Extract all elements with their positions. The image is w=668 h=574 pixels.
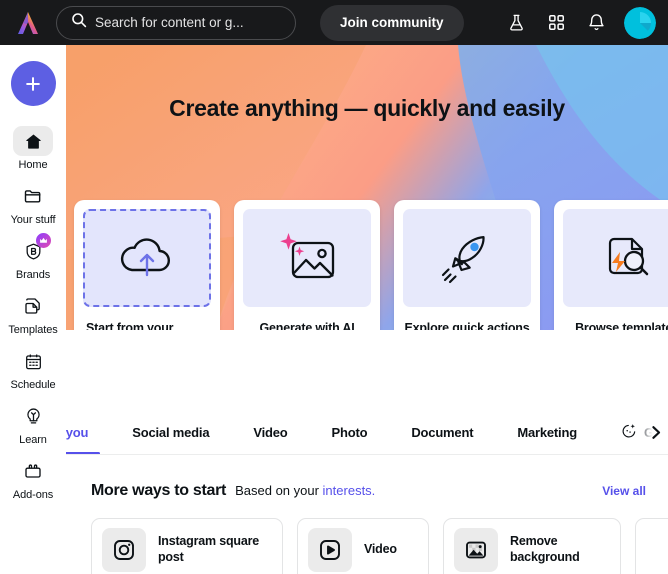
more-ways-section: More ways to start Based on your interes…: [66, 470, 668, 574]
sidebar-item-learn[interactable]: Learn: [2, 397, 64, 446]
tabs-scroller[interactable]: For you Social media Video Photo Documen…: [66, 410, 668, 455]
action-card-generate-with-ai[interactable]: Generate with AI: [234, 200, 380, 330]
calendar-icon: [13, 346, 53, 376]
crown-icon: [36, 233, 51, 248]
magic-sparkle-icon: [621, 423, 637, 442]
sidebar-item-add-ons[interactable]: Add-ons: [2, 452, 64, 501]
brand-b-icon: [13, 233, 53, 266]
sidebar-label-home: Home: [18, 159, 48, 171]
top-bar-icons: [504, 6, 658, 39]
more-ways-subtitle-text: Based on your: [235, 483, 323, 498]
folder-icon: [13, 181, 53, 211]
tabs-next-button[interactable]: [642, 410, 668, 455]
canva-logo-icon[interactable]: [10, 8, 46, 38]
instagram-icon: [102, 528, 146, 572]
more-ways-title: More ways to start: [91, 482, 227, 499]
more-card-video[interactable]: Video: [297, 518, 429, 574]
tab-photo[interactable]: Photo: [310, 410, 390, 455]
bell-icon[interactable]: [584, 11, 608, 35]
sidebar-label-brands: Brands: [15, 269, 51, 281]
document-search-icon: [563, 209, 668, 307]
sidebar-item-home[interactable]: Home: [2, 122, 64, 171]
flask-icon[interactable]: [504, 11, 528, 35]
templates-icon: [13, 291, 53, 321]
rocket-icon: [403, 209, 531, 307]
action-card-start-from-your-content[interactable]: Start from your content: [74, 200, 220, 330]
more-card-label: Video: [364, 542, 397, 557]
search-input[interactable]: [95, 15, 275, 30]
action-cards-row: Start from your content Generate with AI: [66, 200, 668, 330]
sidebar-item-schedule[interactable]: Schedule: [2, 342, 64, 391]
search-bar[interactable]: [56, 5, 296, 40]
lightbulb-icon: [13, 401, 53, 431]
remove-background-icon: [454, 528, 498, 572]
tab-marketing[interactable]: Marketing: [495, 410, 599, 455]
more-card-label: Remove background: [510, 534, 580, 564]
hero-banner: Create anything — quickly and easily Sta…: [66, 45, 668, 330]
addons-icon: [13, 456, 53, 486]
action-card-explore-quick-actions[interactable]: Explore quick actions: [394, 200, 540, 330]
more-ways-subtitle: Based on your interests.: [235, 483, 375, 498]
tab-social-media[interactable]: Social media: [110, 410, 231, 455]
home-icon: [13, 126, 53, 156]
sidebar-label-templates: Templates: [8, 324, 58, 336]
sidebar-label-your-stuff: Your stuff: [10, 214, 56, 226]
ai-image-sparkle-icon: [243, 209, 371, 307]
action-card-label: Generate with AI: [259, 321, 355, 330]
sidebar-item-your-stuff[interactable]: Your stuff: [2, 177, 64, 226]
action-card-label: Explore quick actions: [404, 321, 530, 330]
join-community-button[interactable]: Join community: [320, 4, 464, 41]
apps-grid-icon[interactable]: [544, 11, 568, 35]
tab-video[interactable]: Video: [231, 410, 309, 455]
interests-link[interactable]: interests.: [323, 483, 376, 498]
tab-for-you[interactable]: For you: [66, 410, 110, 455]
tab-document[interactable]: Document: [389, 410, 495, 455]
left-sidebar: Home Your stuff Brands Templates Schedul…: [0, 45, 66, 574]
more-card-label: Instagram square post: [158, 534, 260, 564]
sidebar-label-schedule: Schedule: [10, 379, 56, 391]
canva-home-page: Join community: [0, 0, 668, 574]
sidebar-item-brands[interactable]: Brands: [2, 232, 64, 281]
create-new-design-button[interactable]: [10, 61, 56, 106]
user-avatar[interactable]: [624, 6, 656, 39]
main-content: Create anything — quickly and easily Sta…: [66, 45, 668, 574]
more-card-remove-background[interactable]: Remove background: [443, 518, 621, 574]
action-card-label: Browse templates: [575, 321, 668, 330]
page-title: Create anything — quickly and easily: [169, 95, 565, 121]
top-bar: Join community: [0, 0, 668, 45]
more-ways-header: More ways to start Based on your interes…: [66, 470, 668, 500]
tabs-divider: [66, 454, 668, 455]
more-card-instagram-square-post[interactable]: Instagram square post: [91, 518, 283, 574]
cloud-upload-icon: [83, 209, 211, 307]
action-card-browse-templates[interactable]: Browse templates: [554, 200, 668, 330]
search-icon: [71, 12, 87, 33]
video-play-icon: [308, 528, 352, 572]
category-tabs: For you Social media Video Photo Documen…: [66, 410, 668, 455]
sidebar-label-learn: Learn: [19, 434, 47, 446]
action-card-label: Start from your content: [86, 321, 174, 330]
sidebar-item-templates[interactable]: Templates: [2, 287, 64, 336]
sidebar-label-add-ons: Add-ons: [12, 489, 54, 501]
view-all-link[interactable]: View all: [602, 484, 646, 498]
more-ways-cards: Instagram square post Video Remove backg…: [66, 504, 668, 574]
more-card-partial[interactable]: [635, 518, 668, 574]
